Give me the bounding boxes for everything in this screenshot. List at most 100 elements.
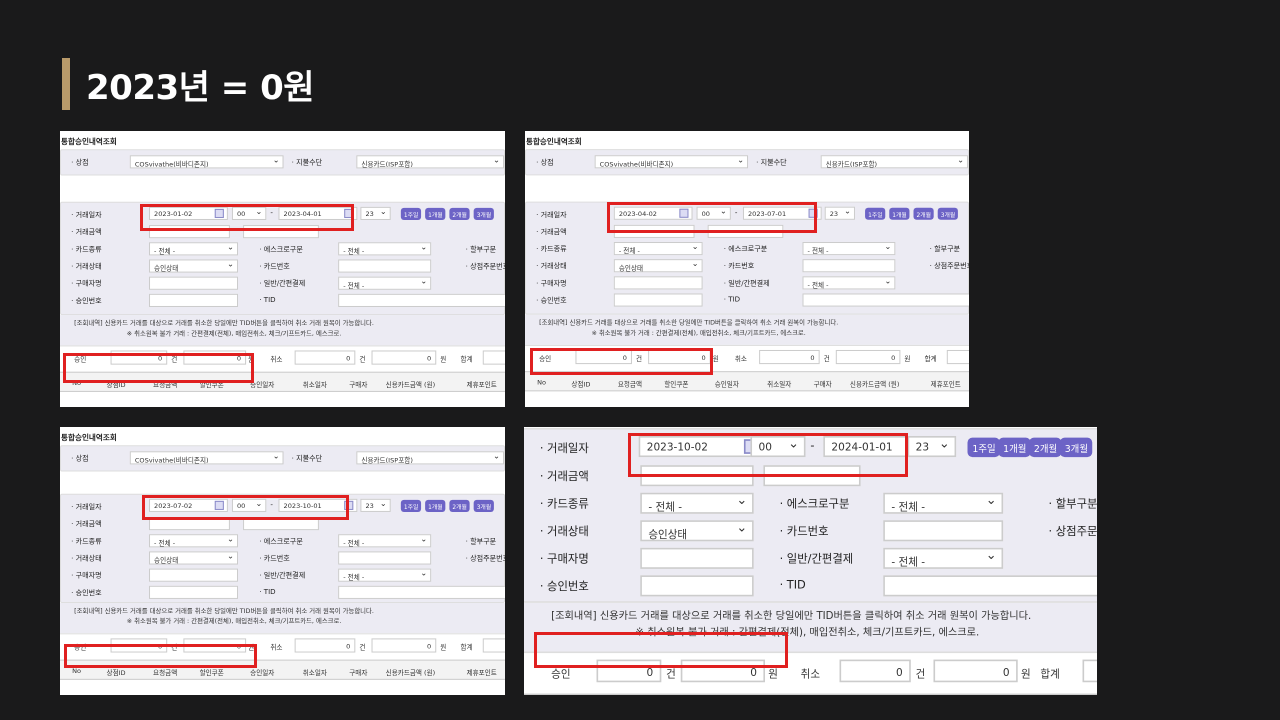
card-type-select[interactable]: - 전체 - [640, 492, 754, 514]
simple-pay-label: · 일반/간편결제 [723, 279, 770, 288]
amount-to-input[interactable] [707, 224, 784, 238]
end-hour-select[interactable]: 23 [360, 206, 391, 221]
total-count [482, 638, 505, 653]
card-type-select[interactable]: - 전체 - [613, 242, 703, 256]
status-select[interactable]: 승인상태 [149, 551, 239, 565]
start-date-input[interactable]: 2023-10-02 [638, 436, 765, 458]
approval-no-input[interactable] [613, 293, 703, 307]
store-select[interactable]: COSvivathe(비바디존지) [594, 155, 749, 169]
range-2month-button[interactable]: 2개월 [1029, 437, 1063, 458]
total-label: 합계 [460, 355, 473, 364]
buyer-input[interactable] [640, 547, 754, 569]
range-1week-button[interactable]: 1주일 [400, 499, 422, 512]
range-1week-button[interactable]: 1주일 [400, 207, 422, 221]
amount-from-input[interactable] [640, 465, 754, 487]
cancel-count-unit: 건 [359, 643, 366, 652]
end-date-input[interactable]: 2023-10-01 [278, 498, 358, 512]
start-hour-select[interactable]: 00 [231, 206, 267, 221]
buyer-input[interactable] [149, 276, 239, 290]
card-no-input[interactable] [883, 520, 1004, 542]
card-type-select[interactable]: - 전체 - [149, 534, 239, 548]
buyer-input[interactable] [149, 568, 239, 582]
simple-pay-select[interactable]: - 전체 - [802, 276, 896, 290]
range-2month-button[interactable]: 2개월 [449, 207, 470, 221]
payment-select[interactable]: 신용카드(ISP포함) [356, 451, 505, 465]
card-type-select[interactable]: - 전체 - [149, 242, 239, 256]
buyer-input[interactable] [613, 276, 703, 290]
end-hour-select[interactable]: 23 [907, 436, 957, 458]
amount-to-input[interactable] [243, 517, 319, 531]
calendar-icon[interactable] [214, 500, 224, 510]
tid-label: · TID [723, 295, 741, 304]
store-select[interactable]: COSvivathe(비바디존지) [129, 451, 284, 465]
end-date-input[interactable]: 2023-07-01 [742, 206, 822, 220]
escrow-select[interactable]: - 전체 - [883, 492, 1004, 514]
tid-label: · TID [259, 587, 276, 596]
card-no-input[interactable] [338, 259, 432, 273]
end-date-input[interactable]: 2023-04-01 [278, 206, 358, 221]
tid-input[interactable] [802, 293, 969, 307]
range-1week-button[interactable]: 1주일 [967, 437, 1001, 458]
payment-select[interactable]: 신용카드(ISP포함) [820, 155, 968, 169]
store-order-label: · 상점주문번호 [465, 262, 505, 271]
approval-no-input[interactable] [640, 575, 754, 597]
start-hour-select[interactable]: 00 [231, 498, 267, 512]
range-dash: - [270, 208, 273, 217]
start-hour-select[interactable]: 00 [750, 436, 806, 458]
range-1week-button[interactable]: 1주일 [865, 207, 886, 220]
approve-label: 승인 [539, 355, 552, 364]
approval-no-input[interactable] [149, 293, 239, 307]
status-select[interactable]: 승인상태 [613, 259, 703, 273]
range-3month-button[interactable]: 3개월 [937, 207, 959, 220]
card-no-input[interactable] [802, 259, 896, 273]
range-1month-button[interactable]: 1개월 [998, 437, 1032, 458]
simple-pay-select[interactable]: - 전체 - [338, 276, 432, 290]
screen-q3: 통합승인내역조회 · 상점 COSvivathe(비바디존지) · 지불수단 신… [60, 427, 505, 680]
range-2month-button[interactable]: 2개월 [913, 207, 935, 220]
calendar-icon[interactable] [679, 208, 689, 218]
card-no-input[interactable] [338, 551, 432, 565]
tid-input[interactable] [338, 293, 505, 307]
tid-input[interactable] [338, 585, 505, 599]
status-select[interactable]: 승인상태 [149, 259, 239, 273]
calendar-icon[interactable] [344, 500, 354, 510]
end-hour-select[interactable]: 23 [360, 498, 391, 512]
calendar-icon[interactable] [808, 208, 818, 218]
start-date-input[interactable]: 2023-04-02 [613, 206, 693, 220]
range-1month-button[interactable]: 1개월 [889, 207, 910, 220]
simple-pay-select[interactable]: - 전체 - [883, 547, 1004, 569]
range-1month-button[interactable]: 1개월 [425, 499, 446, 512]
amount-from-input[interactable] [149, 225, 230, 239]
store-select[interactable]: COSvivathe(비바디존지) [129, 155, 284, 169]
range-2month-button[interactable]: 2개월 [449, 499, 470, 512]
simple-pay-label: · 일반/간편결제 [259, 571, 306, 580]
notice-line2: ※ 취소원복 불가 거래 : 간편결제(전체), 매입전취소, 체크/기프트카드… [591, 329, 806, 337]
start-date-input[interactable]: 2023-01-02 [149, 206, 228, 221]
amount-from-input[interactable] [613, 224, 695, 238]
calendar-icon[interactable] [344, 208, 354, 218]
amount-to-input[interactable] [243, 225, 319, 239]
start-date-input[interactable]: 2023-07-02 [149, 498, 228, 512]
escrow-select[interactable]: - 전체 - [802, 242, 896, 256]
status-label: · 거래상태 [539, 525, 589, 539]
approve-amount: 0 [680, 659, 765, 683]
start-hour-select[interactable]: 00 [696, 206, 731, 220]
calendar-icon[interactable] [214, 208, 224, 218]
approve-count: 0 [110, 350, 168, 365]
payment-select[interactable]: 신용카드(ISP포함) [356, 155, 505, 169]
range-1month-button[interactable]: 1개월 [425, 207, 446, 221]
range-3month-button[interactable]: 3개월 [473, 499, 495, 512]
simple-pay-select[interactable]: - 전체 - [338, 568, 432, 582]
escrow-select[interactable]: - 전체 - [338, 534, 432, 548]
range-3month-button[interactable]: 3개월 [473, 207, 495, 221]
end-hour-select[interactable]: 23 [824, 206, 855, 220]
col-partner-point: 제휴포인트 [466, 668, 497, 677]
range-3month-button[interactable]: 3개월 [1059, 437, 1093, 458]
tid-input[interactable] [883, 575, 1097, 597]
store-order-label: · 상점주문번호 [465, 554, 505, 563]
amount-from-input[interactable] [149, 517, 230, 531]
status-select[interactable]: 승인상태 [640, 520, 754, 542]
escrow-select[interactable]: - 전체 - [338, 242, 432, 256]
amount-to-input[interactable] [763, 465, 861, 487]
approval-no-input[interactable] [149, 585, 239, 599]
